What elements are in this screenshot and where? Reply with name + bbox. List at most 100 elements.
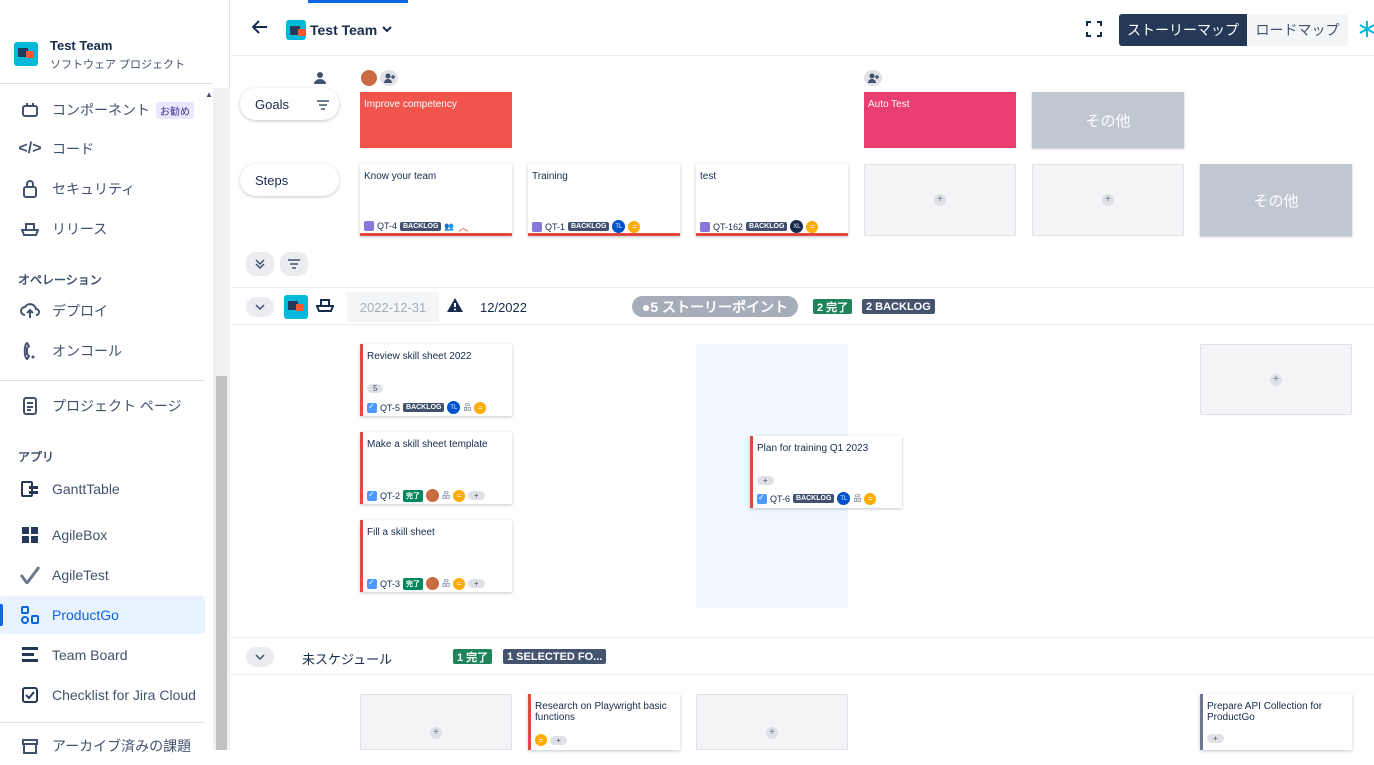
add-user-icon[interactable]	[864, 70, 882, 86]
sidebar-item-label: プロジェクト ページ	[52, 398, 182, 414]
card-title: Plan for training Q1 2023	[757, 443, 869, 454]
add-chip[interactable]: +	[468, 579, 485, 588]
sidebar: Test Team ソフトウェア プロジェクト ▲ コンポーネント お勧め </…	[0, 0, 230, 754]
release-name[interactable]: 12/2022	[480, 300, 527, 315]
plus-icon[interactable]: +	[766, 727, 778, 739]
card-meta: QT-2 完了 品 = +	[367, 489, 485, 502]
add-chip[interactable]: +	[757, 476, 774, 485]
sidebar-item-code[interactable]: </> コード	[0, 130, 205, 168]
issue-key[interactable]: QT-5	[380, 403, 400, 413]
issue-key[interactable]: QT-1	[545, 222, 565, 232]
sidebar-item-archived[interactable]: アーカイブ済みの課題	[0, 727, 205, 765]
chevron-down-icon[interactable]	[382, 22, 392, 36]
loading-indicator	[308, 0, 408, 3]
sidebar-item-productgo[interactable]: ProductGo	[0, 596, 205, 634]
empty-card-slot[interactable]: +	[360, 694, 512, 750]
sidebar-item-project-page[interactable]: プロジェクト ページ	[0, 387, 205, 425]
fullscreen-icon[interactable]	[1086, 21, 1102, 37]
goals-row-label[interactable]: Goals	[240, 88, 339, 120]
filter-icon[interactable]	[317, 98, 329, 113]
step-card[interactable]: Training QT-1 BACKLOG TL =	[528, 164, 680, 236]
sidebar-item-agiletest[interactable]: AgileTest	[0, 556, 205, 594]
sidebar-item-releases[interactable]: リリース	[0, 210, 205, 248]
epic-icon	[700, 221, 710, 232]
status-badge: BACKLOG	[746, 222, 788, 231]
assignee-avatar[interactable]: XL	[790, 220, 804, 233]
story-card[interactable]: Fill a skill sheet QT-3 完了 品 = +	[360, 520, 512, 592]
add-user-icon[interactable]	[380, 70, 398, 86]
assignee-avatar[interactable]	[426, 489, 440, 502]
app-logo-icon[interactable]	[1359, 20, 1374, 43]
goal-card[interactable]: Auto Test	[864, 92, 1016, 148]
sidebar-item-gantttable[interactable]: GanttTable	[0, 470, 205, 508]
add-chip[interactable]: +	[468, 491, 485, 500]
issue-key[interactable]: QT-3	[380, 579, 400, 589]
sidebar-item-label: コード	[52, 141, 94, 157]
goal-card[interactable]: Improve competency	[360, 92, 512, 148]
ship-icon	[18, 217, 42, 241]
step-card[interactable]: Know your team QT-4 BACKLOG 👥 ︿	[360, 164, 512, 236]
story-card[interactable]: Make a skill sheet template QT-2 完了 品 = …	[360, 432, 512, 504]
other-goal-card[interactable]: その他	[1032, 92, 1184, 148]
story-card[interactable]: Prepare API Collection for ProductGo +	[1200, 694, 1352, 750]
story-map-tab[interactable]: ストーリーマップ	[1119, 14, 1247, 46]
back-arrow-icon[interactable]	[251, 18, 268, 39]
assignee-avatar[interactable]: TL	[447, 401, 461, 414]
sidebar-item-agilebox[interactable]: AgileBox	[0, 516, 205, 554]
add-chip[interactable]: +	[550, 735, 567, 745]
sidebar-item-team-board[interactable]: Team Board	[0, 636, 205, 674]
task-icon	[367, 578, 377, 589]
other-step-card[interactable]: その他	[1200, 164, 1352, 236]
plus-icon[interactable]: +	[430, 727, 442, 739]
add-chip[interactable]: +	[1207, 734, 1224, 743]
roadmap-tab[interactable]: ロードマップ	[1247, 14, 1348, 46]
plus-icon[interactable]: +	[1270, 373, 1282, 386]
plus-icon[interactable]: +	[934, 194, 946, 206]
release-date-field[interactable]: 2022-12-31	[347, 292, 439, 322]
issue-key[interactable]: QT-4	[377, 221, 397, 231]
empty-card-slot[interactable]: +	[1200, 344, 1352, 415]
user-avatar[interactable]	[361, 70, 377, 86]
story-card[interactable]: Research on Playwright basic functions =…	[528, 694, 680, 750]
other-label: その他	[1085, 112, 1131, 130]
sidebar-item-security[interactable]: セキュリティ	[0, 170, 205, 208]
status-badge: BACKLOG	[793, 494, 835, 503]
issue-key[interactable]: QT-162	[713, 222, 743, 232]
empty-card-slot[interactable]: +	[696, 694, 848, 750]
steps-row-label[interactable]: Steps	[240, 164, 339, 196]
grid-icon	[18, 523, 42, 547]
status-badge: BACKLOG	[403, 403, 445, 412]
assignee-avatar[interactable]	[426, 577, 440, 590]
sidebar-item-oncall[interactable]: オンコール	[0, 332, 205, 370]
empty-step-slot[interactable]: +	[864, 164, 1016, 236]
story-points-badge: ●5 ストーリーポイント	[632, 296, 798, 317]
priority-high-icon: ︿	[458, 222, 469, 234]
unassigned-icon[interactable]: 👥	[444, 222, 454, 231]
project-type: ソフトウェア プロジェクト	[50, 59, 186, 71]
story-card[interactable]: Plan for training Q1 2023 + QT-6 BACKLOG…	[750, 436, 902, 508]
empty-step-slot[interactable]: +	[1032, 164, 1184, 236]
epic-icon	[532, 221, 542, 232]
card-meta: = +	[535, 734, 567, 746]
card-meta: +	[1207, 734, 1224, 743]
collapse-all-button[interactable]	[246, 252, 274, 276]
scroll-up-icon[interactable]: ▲	[205, 90, 213, 99]
issue-key[interactable]: QT-2	[380, 491, 400, 501]
step-card[interactable]: test QT-162 BACKLOG XL =	[696, 164, 848, 236]
sidebar-item-label: コンポーネント	[52, 102, 150, 118]
assignee-avatar[interactable]: TL	[612, 220, 626, 233]
issue-key[interactable]: QT-6	[770, 494, 790, 504]
collapse-release-button[interactable]	[246, 297, 274, 317]
filter-button[interactable]	[280, 252, 308, 276]
sidebar-item-checklist[interactable]: Checklist for Jira Cloud	[0, 676, 205, 714]
story-card[interactable]: Review skill sheet 2022 5 QT-5 BACKLOG T…	[360, 344, 512, 416]
project-header[interactable]: Test Team ソフトウェア プロジェクト	[0, 0, 213, 84]
assignee-avatar[interactable]: TL	[837, 492, 851, 505]
team-title[interactable]: Test Team	[310, 22, 377, 38]
sidebar-item-components[interactable]: コンポーネント お勧め	[0, 91, 205, 129]
sidebar-item-deploy[interactable]: デプロイ	[0, 292, 205, 330]
status-badge: BACKLOG	[400, 221, 442, 231]
sidebar-scrollbar-thumb[interactable]	[216, 376, 227, 750]
collapse-unscheduled-button[interactable]	[246, 647, 274, 667]
plus-icon[interactable]: +	[1102, 194, 1114, 206]
